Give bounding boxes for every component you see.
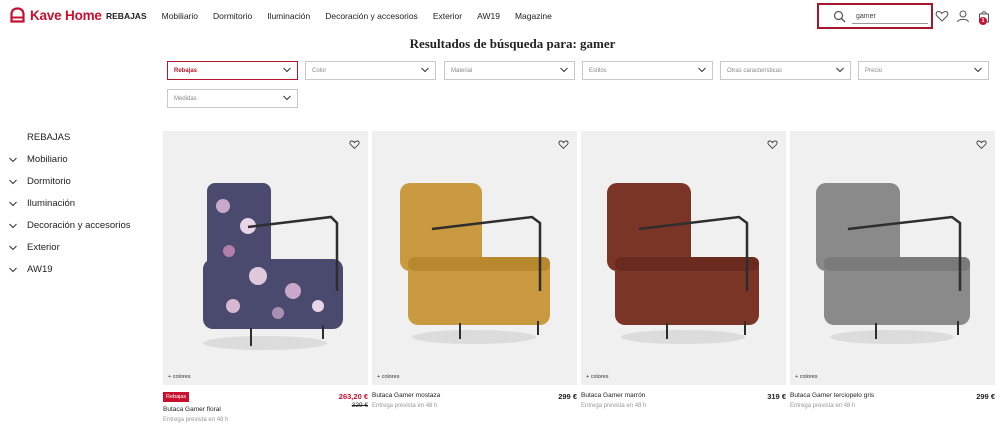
chevron-down-icon (421, 67, 429, 73)
filter-label: Material (451, 68, 473, 74)
delivery-info: Entrega prevista en 48 h (372, 403, 438, 409)
product-card[interactable]: + colores Butaca Gamer marrón 319 € Entr… (581, 131, 786, 431)
filter-medidas[interactable]: Medidas (167, 89, 298, 108)
brand-logo[interactable]: Kave Home (10, 7, 102, 23)
chevron-down-icon (560, 67, 568, 73)
filter-color[interactable]: Color (305, 61, 436, 80)
sidebar-item-label: Decoración y accesorios (27, 220, 131, 231)
chevron-down-icon (283, 95, 291, 101)
sidebar-item-label: REBAJAS (27, 132, 71, 143)
filter-precio[interactable]: Precio (858, 61, 989, 80)
product-card[interactable]: + colores Rebajas 263,20 € 329 € Butaca … (163, 131, 368, 431)
filter-label: Color (312, 68, 327, 74)
sidebar-item-label: Exterior (27, 242, 60, 253)
delivery-info: Entrega prevista en 48 h (163, 417, 229, 423)
product-old-price: 329 € (351, 402, 368, 409)
sidebar-item-label: Mobiliario (27, 154, 68, 165)
chevron-down-icon (9, 245, 17, 251)
site-header: Kave Home REBAJAS Mobiliario Dormitorio … (0, 0, 1000, 34)
home-logo-icon (10, 7, 25, 23)
chevron-down-icon (836, 67, 844, 73)
chevron-down-icon (698, 67, 706, 73)
filter-otras-caracteristicas[interactable]: Otras características (720, 61, 851, 80)
armchair-image (816, 183, 970, 344)
chevron-down-icon (9, 223, 17, 229)
armchair-image (203, 183, 343, 350)
filter-label: Otras características (727, 68, 783, 74)
chevron-down-icon (9, 267, 17, 273)
chevron-down-icon (9, 179, 17, 185)
search-icon[interactable] (833, 10, 846, 23)
nav-item-magazine[interactable]: Magazine (515, 11, 552, 21)
nav-item-exterior[interactable]: Exterior (433, 11, 462, 21)
search-box (817, 3, 933, 29)
armchair-image (400, 183, 550, 344)
product-price: 263,20 € (338, 392, 368, 401)
heart-icon[interactable] (935, 9, 949, 23)
sidebar-item-label: Iluminación (27, 198, 76, 209)
sidebar-item-label: Dormitorio (27, 176, 71, 187)
chevron-down-icon (9, 201, 17, 207)
filter-rebajas[interactable]: Rebajas (167, 61, 298, 80)
chevron-down-icon (9, 157, 17, 163)
more-colors-link[interactable]: + colores (168, 374, 190, 380)
more-colors-link[interactable]: + colores (586, 374, 608, 380)
heart-icon[interactable] (767, 139, 778, 150)
product-price: 319 € (767, 392, 786, 401)
chevron-down-icon (283, 67, 291, 73)
nav-item-mobiliario[interactable]: Mobiliario (162, 11, 198, 21)
product-card[interactable]: + colores Butaca Gamer mostaza 299 € Ent… (372, 131, 577, 431)
product-image[interactable]: + colores (372, 131, 577, 385)
nav-item-aw19[interactable]: AW19 (477, 11, 500, 21)
product-name[interactable]: Butaca Gamer marrón (581, 392, 645, 399)
search-input[interactable] (852, 10, 928, 24)
filter-label: Estilos (589, 68, 607, 74)
filter-label: Rebajas (174, 68, 198, 74)
delivery-info: Entrega prevista en 48 h (581, 403, 647, 409)
product-name[interactable]: Butaca Gamer floral (163, 406, 221, 413)
nav-item-decoracion[interactable]: Decoración y accesorios (325, 11, 418, 21)
nav-item-rebajas[interactable]: REBAJAS (106, 11, 147, 21)
chevron-down-icon (974, 67, 982, 73)
user-icon[interactable] (956, 9, 970, 23)
more-colors-link[interactable]: + colores (795, 374, 817, 380)
product-card[interactable]: + colores Butaca Gamer terciopelo gris 2… (790, 131, 995, 431)
filter-material[interactable]: Material (444, 61, 575, 80)
nav-item-dormitorio[interactable]: Dormitorio (213, 11, 252, 21)
product-image[interactable]: + colores (163, 131, 368, 385)
brand-name: Kave Home (30, 7, 102, 23)
product-name[interactable]: Butaca Gamer terciopelo gris (790, 392, 874, 399)
armchair-image (607, 183, 759, 344)
product-image[interactable]: + colores (581, 131, 786, 385)
more-colors-link[interactable]: + colores (377, 374, 399, 380)
filter-label: Medidas (174, 96, 197, 102)
sale-badge: Rebajas (163, 392, 190, 402)
chair-seat (203, 259, 343, 329)
heart-icon[interactable] (558, 139, 569, 150)
product-price: 299 € (976, 392, 995, 401)
heart-icon[interactable] (976, 139, 987, 150)
product-name[interactable]: Butaca Gamer mostaza (372, 392, 440, 399)
sidebar-item-label: AW19 (27, 264, 53, 275)
cart-count-badge: 1 (979, 17, 987, 25)
main-nav: REBAJAS Mobiliario Dormitorio Iluminació… (106, 11, 567, 21)
delivery-info: Entrega prevista en 48 h (790, 403, 856, 409)
product-price: 299 € (558, 392, 577, 401)
filter-estilos[interactable]: Estilos (582, 61, 713, 80)
page-title: Resultados de búsqueda para: gamer (409, 36, 616, 51)
product-image[interactable]: + colores (790, 131, 995, 385)
filter-label: Precio (865, 68, 883, 74)
heart-icon[interactable] (349, 139, 360, 150)
nav-item-iluminacion[interactable]: Iluminación (267, 11, 310, 21)
